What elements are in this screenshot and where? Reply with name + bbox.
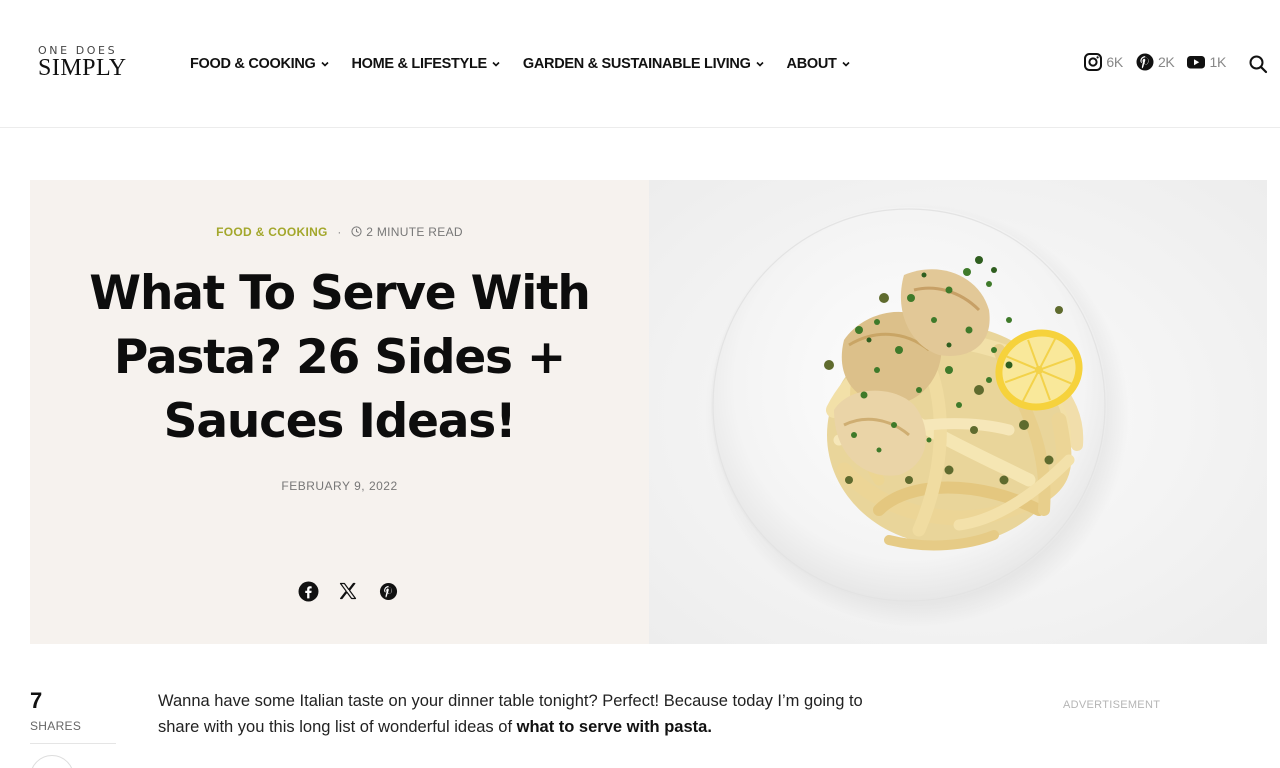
- x-icon: [339, 582, 357, 600]
- pasta-plate-image: [649, 180, 1267, 644]
- article-category-link[interactable]: FOOD & COOKING: [216, 225, 328, 239]
- chevron-down-icon: [320, 61, 329, 67]
- search-icon[interactable]: [1248, 54, 1268, 74]
- article-hero-panel: FOOD & COOKING · 2 MINUTE READ What To S…: [30, 180, 649, 644]
- share-divider: [30, 743, 116, 744]
- social-count: 2K: [1157, 54, 1175, 70]
- facebook-icon: [298, 581, 318, 601]
- nav-item-label: HOME & LIFESTYLE: [351, 56, 488, 72]
- site-header: ONE DOES SIMPLY FOOD & COOKING HOME & LI…: [0, 0, 1280, 128]
- article-featured-image: [649, 180, 1267, 644]
- chevron-down-icon: [842, 61, 850, 67]
- chevron-down-icon: [492, 61, 500, 67]
- chevron-down-icon: [755, 61, 764, 67]
- read-time: 2 MINUTE READ: [351, 225, 463, 239]
- social-count: 1K: [1209, 54, 1226, 70]
- social-youtube[interactable]: 1K: [1186, 52, 1226, 72]
- share-x-button[interactable]: [337, 580, 359, 602]
- instagram-icon: [1084, 53, 1103, 71]
- site-logo[interactable]: ONE DOES SIMPLY: [38, 44, 134, 84]
- nav-item-food-cooking[interactable]: FOOD & COOKING: [190, 56, 330, 72]
- share-count: 7: [30, 688, 43, 713]
- share-facebook-button[interactable]: [297, 580, 319, 602]
- share-buttons: [288, 580, 408, 602]
- pinterest-icon: [379, 582, 397, 600]
- article-title: What To Serve With Pasta? 26 Sides + Sau…: [89, 266, 591, 449]
- social-pinterest[interactable]: 2K: [1135, 52, 1175, 72]
- pinterest-icon: [1136, 53, 1154, 71]
- share-pinterest-button[interactable]: [377, 580, 399, 602]
- nav-item-garden[interactable]: GARDEN & SUSTAINABLE LIVING: [523, 56, 765, 72]
- nav-item-about[interactable]: ABOUT: [787, 56, 851, 72]
- read-time-label: 2 MINUTE READ: [366, 225, 463, 239]
- social-instagram[interactable]: 6K: [1083, 52, 1123, 72]
- nav-item-label: FOOD & COOKING: [190, 56, 316, 72]
- social-count: 6K: [1106, 54, 1123, 70]
- article-meta: FOOD & COOKING · 2 MINUTE READ: [30, 225, 649, 239]
- share-count-label: SHARES: [30, 719, 82, 733]
- article-intro: Wanna have some Italian taste on your di…: [158, 688, 878, 740]
- intro-emphasis: what to serve with pasta.: [516, 718, 712, 736]
- nav-item-label: GARDEN & SUSTAINABLE LIVING: [522, 56, 751, 72]
- meta-separator: ·: [337, 225, 342, 239]
- share-circle-button[interactable]: [30, 755, 74, 768]
- intro-text: Wanna have some Italian taste on your di…: [158, 692, 863, 736]
- youtube-icon: [1187, 56, 1206, 69]
- advertisement-label: ADVERTISEMENT: [1063, 699, 1161, 711]
- nav-item-label: ABOUT: [786, 56, 837, 72]
- logo-wordmark: SIMPLY: [38, 55, 127, 81]
- main-nav: FOOD & COOKING HOME & LIFESTYLE GARDEN &…: [190, 54, 873, 74]
- clock-icon: [351, 226, 362, 237]
- nav-item-home-lifestyle[interactable]: HOME & LIFESTYLE: [352, 56, 501, 72]
- article-date: FEBRUARY 9, 2022: [281, 479, 398, 493]
- social-links: 6K 2K 1K: [1071, 52, 1226, 72]
